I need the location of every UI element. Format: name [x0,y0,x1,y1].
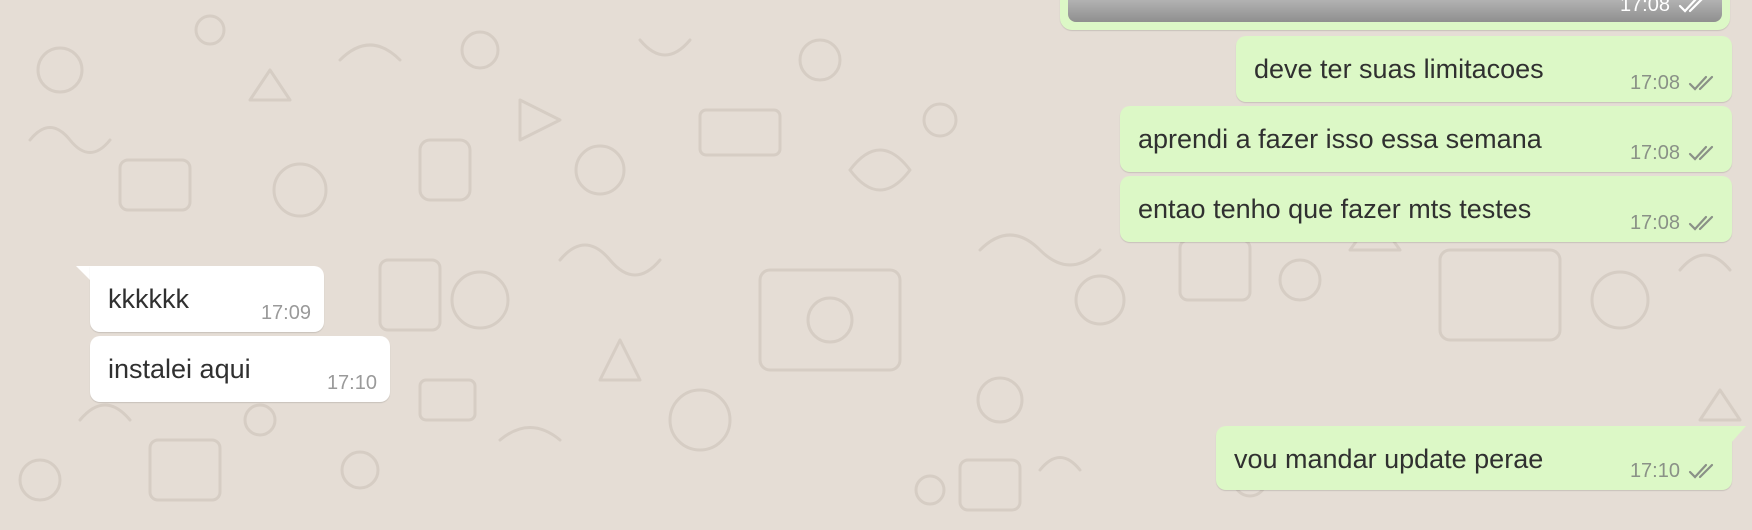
double-check-icon [1688,463,1714,479]
message-text: aprendi a fazer isso essa semana [1138,124,1542,154]
message-text: vou mandar update perae [1234,444,1544,474]
message-time: 17:08 [1629,72,1680,94]
double-check-icon [1688,215,1714,231]
message-time: 17:08 [1619,0,1670,16]
double-check-icon [1688,75,1714,91]
message-text: deve ter suas limitacoes [1254,54,1544,84]
outgoing-message[interactable]: entao tenho que fazer mts testes 17:08 [1120,176,1732,242]
message-time: 17:09 [260,302,311,324]
incoming-message[interactable]: kkkkkk 17:09 [90,266,324,332]
outgoing-message[interactable]: deve ter suas limitacoes 17:08 [1236,36,1732,102]
image-message-meta: 17:08 [1620,0,1708,22]
message-time: 17:10 [1629,460,1680,482]
incoming-message[interactable]: instalei aqui 17:10 [90,336,390,402]
message-text: entao tenho que fazer mts testes [1138,194,1532,224]
message-time: 17:08 [1629,142,1680,164]
image-message-bubble[interactable]: 17:08 [1060,0,1730,30]
outgoing-message[interactable]: vou mandar update perae 17:10 [1216,426,1732,490]
message-meta: 17:08 [1630,142,1718,164]
message-meta: 17:09 [261,302,311,324]
outgoing-message[interactable]: aprendi a fazer isso essa semana 17:08 [1120,106,1732,172]
message-meta: 17:08 [1630,212,1718,234]
double-check-icon [1678,0,1703,13]
bubble-tail-icon [1730,426,1746,444]
double-check-icon [1688,145,1714,161]
message-meta: 17:10 [327,372,377,394]
message-time: 17:08 [1629,212,1680,234]
message-text: kkkkkk [108,284,189,314]
message-meta: 17:08 [1630,72,1718,94]
message-text: instalei aqui [108,354,251,384]
message-meta: 17:10 [1630,460,1718,482]
message-time: 17:10 [326,372,377,394]
